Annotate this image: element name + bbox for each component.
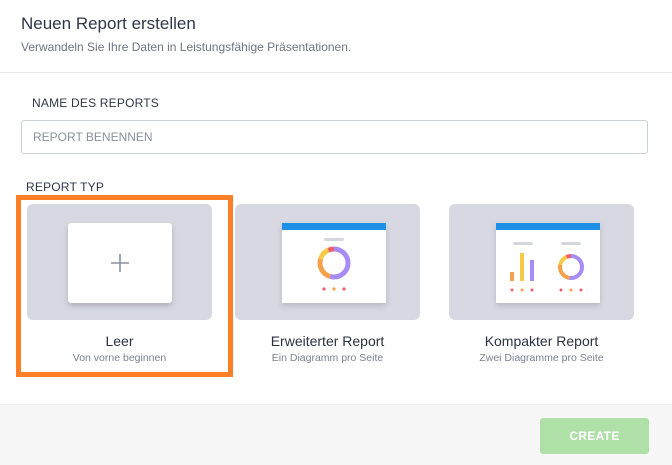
plus-icon — [111, 254, 129, 272]
card-title: Leer — [105, 333, 134, 349]
card-thumbnail — [235, 204, 420, 320]
card-thumbnail — [27, 204, 212, 320]
report-type-card-extended[interactable]: Erweiterter Report Ein Diagramm pro Seit… — [235, 204, 420, 369]
report-name-input[interactable] — [21, 120, 648, 154]
create-button[interactable]: CREATE — [540, 418, 649, 454]
preview-header-bar — [496, 223, 600, 230]
report-name-label: NAME DES REPORTS — [32, 96, 160, 110]
card-subtitle: Ein Diagramm pro Seite — [271, 352, 384, 364]
report-type-label: REPORT TYP — [26, 180, 105, 194]
compact-page-preview — [496, 223, 600, 303]
bar-and-donut-chart-icon — [510, 242, 584, 292]
donut-chart-icon — [317, 238, 351, 291]
card-subtitle: Zwei Diagramme pro Seite — [479, 352, 604, 364]
card-title: Erweiterter Report — [270, 333, 385, 349]
card-thumbnail — [449, 204, 634, 320]
dialog-subtitle: Verwandeln Sie Ihre Daten in Leistungsfä… — [21, 40, 352, 54]
card-title: Kompakter Report — [484, 333, 599, 349]
report-type-card-compact[interactable]: Kompakter Report Zwei Diagramme pro Seit… — [449, 204, 634, 369]
card-subtitle: Von vorne beginnen — [72, 352, 167, 364]
dialog-footer: CREATE — [0, 404, 672, 465]
preview-header-bar — [282, 223, 386, 230]
extended-page-preview — [282, 223, 386, 303]
dialog-header: Neuen Report erstellen Verwandeln Sie Ih… — [0, 0, 672, 73]
blank-page-preview — [68, 223, 172, 303]
report-type-card-blank[interactable]: Leer Von vorne beginnen — [27, 204, 212, 369]
dialog-title: Neuen Report erstellen — [21, 14, 196, 33]
